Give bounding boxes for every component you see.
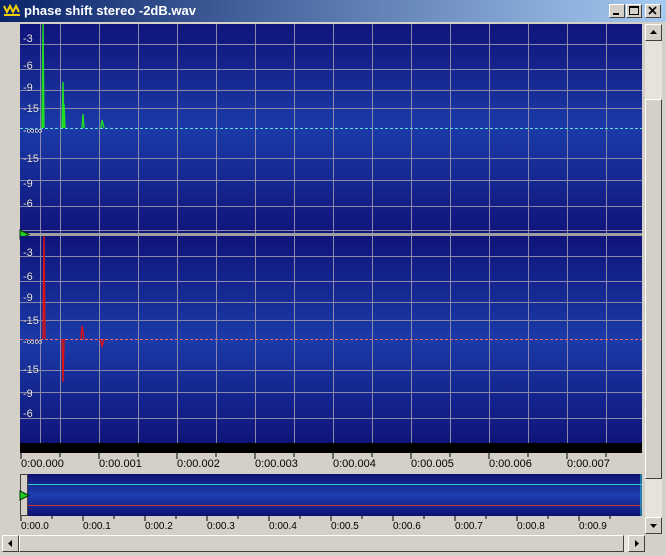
right-scale-label: -9	[23, 388, 33, 400]
overview-time-label: 0:00.4	[269, 521, 297, 532]
waveform-app-icon[interactable]	[3, 3, 21, 19]
left-scale-label: -6	[23, 60, 33, 72]
overview-time-label: 0:00.3	[207, 521, 235, 532]
arrow-left-icon	[8, 540, 12, 547]
right-channel-grid	[20, 236, 642, 443]
left-scale-label: -9	[23, 82, 33, 94]
left-scale-label: -3	[23, 33, 33, 45]
right-scale-label: -9	[23, 292, 33, 304]
window-title: phase shift stereo -2dB.wav	[24, 3, 196, 18]
scroll-down-button[interactable]	[645, 517, 662, 534]
right-scale-label: -6	[23, 271, 33, 283]
left-scale-label: -9	[23, 178, 33, 190]
overview-time-label: 0:00.0	[21, 521, 49, 532]
overview-marker-icon[interactable]	[19, 490, 31, 501]
overview-time-label: 0:00.1	[83, 521, 111, 532]
left-scale-label: -6	[23, 198, 33, 210]
time-label: 0:00.006	[489, 458, 532, 470]
minimize-icon	[613, 13, 619, 15]
right-scale-label: -15	[23, 315, 39, 327]
waveform-bottom-strip	[20, 443, 642, 453]
overview-time-label: 0:00.7	[455, 521, 483, 532]
left-scale-label: -15	[23, 103, 39, 115]
maximize-icon	[629, 6, 639, 15]
horizontal-scrollbar[interactable]	[2, 535, 645, 552]
time-label: 0:00.004	[333, 458, 376, 470]
right-channel-waveform[interactable]: -3 -6 -9 -15 -∞∞ -15 -9 -6	[20, 236, 642, 443]
time-ruler[interactable]: 0:00.000 0:00.001 0:00.002 0:00.003 0:00…	[20, 453, 642, 471]
time-label: 0:00.000	[21, 458, 64, 470]
minimize-button[interactable]	[609, 4, 625, 18]
right-scale-label: -15	[23, 364, 39, 376]
left-scale-label: -15	[23, 153, 39, 165]
scroll-right-button[interactable]	[628, 535, 645, 552]
scroll-left-button[interactable]	[2, 535, 19, 552]
time-label: 0:00.005	[411, 458, 454, 470]
overview-time-label: 0:00.5	[331, 521, 359, 532]
maximize-button[interactable]	[626, 4, 642, 18]
right-scale-label: -3	[23, 247, 33, 259]
time-label: 0:00.003	[255, 458, 298, 470]
scroll-up-button[interactable]	[645, 24, 662, 41]
overview-time-label: 0:00.9	[579, 521, 607, 532]
time-label: 0:00.001	[99, 458, 142, 470]
left-channel-waveform[interactable]: -3 -6 -9 -15 -∞∞ -15 -9 -6	[20, 24, 642, 233]
close-button[interactable]	[645, 4, 661, 18]
left-scale-label: -∞∞	[23, 125, 43, 137]
overview-time-label: 0:00.8	[517, 521, 545, 532]
time-label: 0:00.007	[567, 458, 610, 470]
channel-ruler	[2, 22, 20, 442]
close-icon	[648, 6, 657, 15]
overview-strip[interactable]	[20, 474, 642, 516]
overview-time-label: 0:00.6	[393, 521, 421, 532]
time-label: 0:00.002	[177, 458, 220, 470]
vertical-scroll-thumb[interactable]	[645, 99, 662, 479]
right-scale-label: -6	[23, 408, 33, 420]
left-channel-grid	[20, 24, 642, 233]
arrow-right-icon	[635, 540, 639, 547]
overview-time-label: 0:00.2	[145, 521, 173, 532]
horizontal-scroll-thumb[interactable]	[19, 535, 624, 552]
overview-lines	[20, 474, 642, 516]
right-scale-label: -∞∞	[23, 336, 43, 348]
arrow-down-icon	[650, 524, 657, 528]
arrow-up-icon	[650, 30, 657, 34]
overview-time-ruler[interactable]: 0:00.0 0:00.1 0:00.2 0:00.3 0:00.4 0:00.…	[20, 516, 642, 534]
vertical-scrollbar[interactable]	[645, 24, 662, 534]
